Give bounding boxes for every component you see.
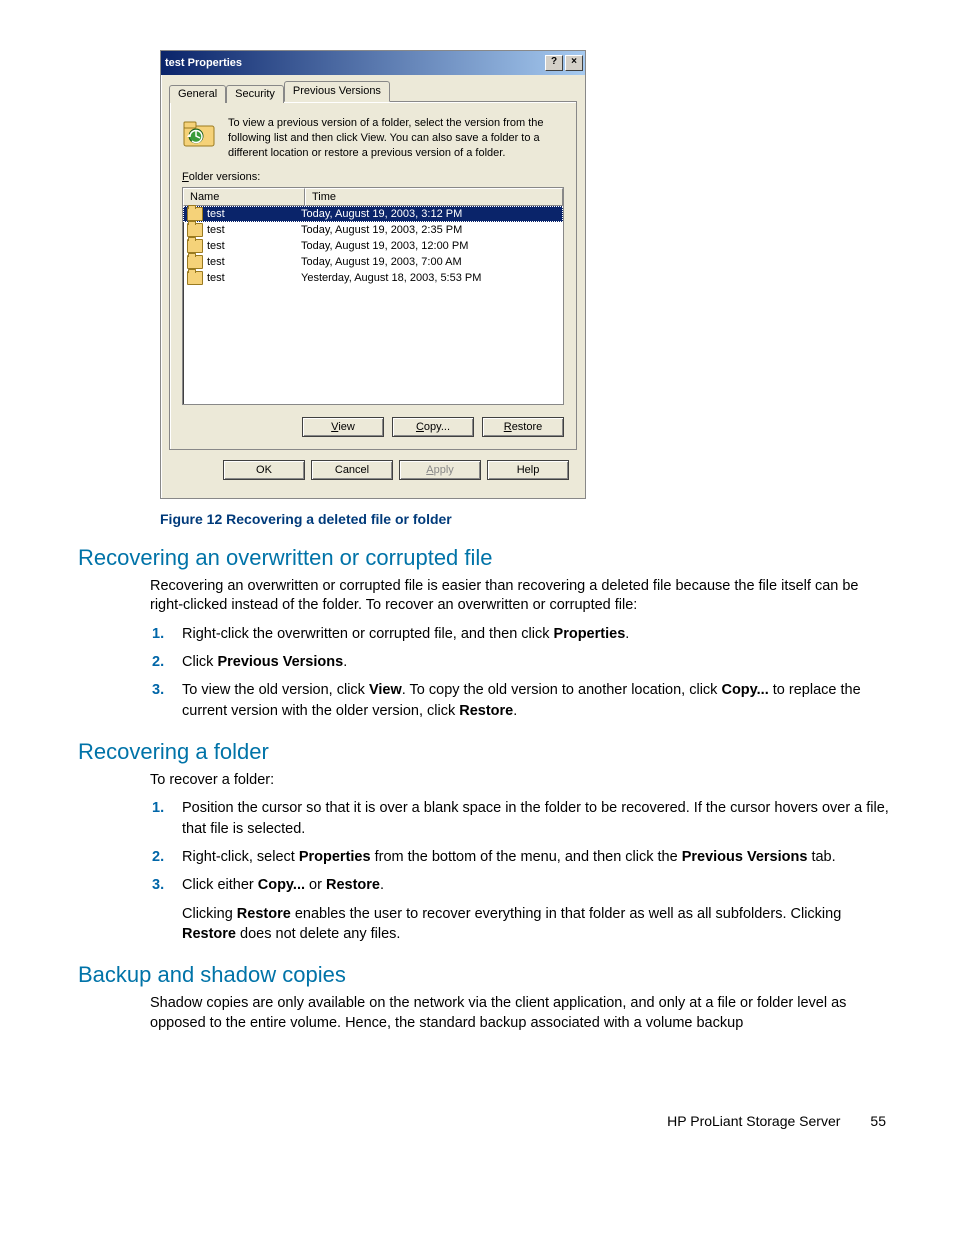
folder-history-icon xyxy=(182,116,216,150)
folder-icon xyxy=(187,207,203,221)
versions-listview[interactable]: Name Time testToday, August 19, 2003, 3:… xyxy=(182,187,564,405)
table-row[interactable]: testToday, August 19, 2003, 2:35 PM xyxy=(183,222,563,238)
footer-product: HP ProLiant Storage Server xyxy=(667,1113,840,1129)
footer-page-number: 55 xyxy=(870,1113,886,1129)
page-footer: HP ProLiant Storage Server 55 xyxy=(78,1113,894,1129)
table-row[interactable]: testToday, August 19, 2003, 7:00 AM xyxy=(183,254,563,270)
help-icon[interactable]: ? xyxy=(545,55,563,71)
list-item: 1. Right-click the overwritten or corrup… xyxy=(178,624,894,644)
body-text: To recover a folder: xyxy=(150,771,894,791)
folder-versions-label: Folder versions: xyxy=(182,171,564,183)
heading-backup-shadow: Backup and shadow copies xyxy=(78,962,894,988)
heading-recovering-folder: Recovering a folder xyxy=(78,739,894,765)
copy-button[interactable]: Copy... xyxy=(392,417,474,437)
close-icon[interactable]: × xyxy=(565,55,583,71)
list-item: 3. Click either Copy... or Restore. xyxy=(178,875,894,895)
cell-name: test xyxy=(185,271,301,285)
list-item: 2. Right-click, select Properties from t… xyxy=(178,847,894,867)
list-item: 3. To view the old version, click View. … xyxy=(178,680,894,721)
properties-dialog: test Properties ? × General Security Pre… xyxy=(160,50,586,499)
figure-caption: Figure 12 Recovering a deleted file or f… xyxy=(160,511,894,527)
cell-name: test xyxy=(185,207,301,221)
folder-icon xyxy=(187,239,203,253)
cell-name: test xyxy=(185,255,301,269)
column-header-name[interactable]: Name xyxy=(183,188,305,206)
tab-previous-versions[interactable]: Previous Versions xyxy=(284,81,390,102)
tab-security[interactable]: Security xyxy=(226,85,284,103)
apply-button[interactable]: Apply xyxy=(399,460,481,480)
folder-icon xyxy=(187,255,203,269)
cell-time: Today, August 19, 2003, 7:00 AM xyxy=(301,256,563,268)
restore-button[interactable]: Restore xyxy=(482,417,564,437)
table-row[interactable]: testToday, August 19, 2003, 3:12 PM xyxy=(183,206,563,222)
body-text: Shadow copies are only available on the … xyxy=(150,994,894,1033)
heading-recovering-overwritten: Recovering an overwritten or corrupted f… xyxy=(78,545,894,571)
table-row[interactable]: testYesterday, August 18, 2003, 5:53 PM xyxy=(183,270,563,286)
body-text: Recovering an overwritten or corrupted f… xyxy=(150,577,894,616)
dialog-title: test Properties xyxy=(165,57,242,69)
table-row[interactable]: testToday, August 19, 2003, 12:00 PM xyxy=(183,238,563,254)
view-button[interactable]: View xyxy=(302,417,384,437)
list-item: 1. Position the cursor so that it is ove… xyxy=(178,798,894,839)
help-button[interactable]: Help xyxy=(487,460,569,480)
steps-list: 1. Position the cursor so that it is ove… xyxy=(150,798,894,895)
ok-button[interactable]: OK xyxy=(223,460,305,480)
column-header-time[interactable]: Time xyxy=(305,188,563,206)
folder-icon xyxy=(187,223,203,237)
title-bar: test Properties ? × xyxy=(161,51,585,75)
cell-time: Yesterday, August 18, 2003, 5:53 PM xyxy=(301,272,563,284)
tab-general[interactable]: General xyxy=(169,85,226,103)
cell-time: Today, August 19, 2003, 2:35 PM xyxy=(301,224,563,236)
cell-name: test xyxy=(185,239,301,253)
tab-strip: General Security Previous Versions xyxy=(169,81,577,102)
list-item: 2. Click Previous Versions. xyxy=(178,652,894,672)
steps-list: 1. Right-click the overwritten or corrup… xyxy=(150,624,894,721)
intro-text: To view a previous version of a folder, … xyxy=(228,116,564,161)
cell-name: test xyxy=(185,223,301,237)
body-text: Clicking Restore enables the user to rec… xyxy=(182,904,894,945)
folder-icon xyxy=(187,271,203,285)
cancel-button[interactable]: Cancel xyxy=(311,460,393,480)
tab-panel: To view a previous version of a folder, … xyxy=(169,101,577,450)
cell-time: Today, August 19, 2003, 12:00 PM xyxy=(301,240,563,252)
cell-time: Today, August 19, 2003, 3:12 PM xyxy=(301,208,563,220)
